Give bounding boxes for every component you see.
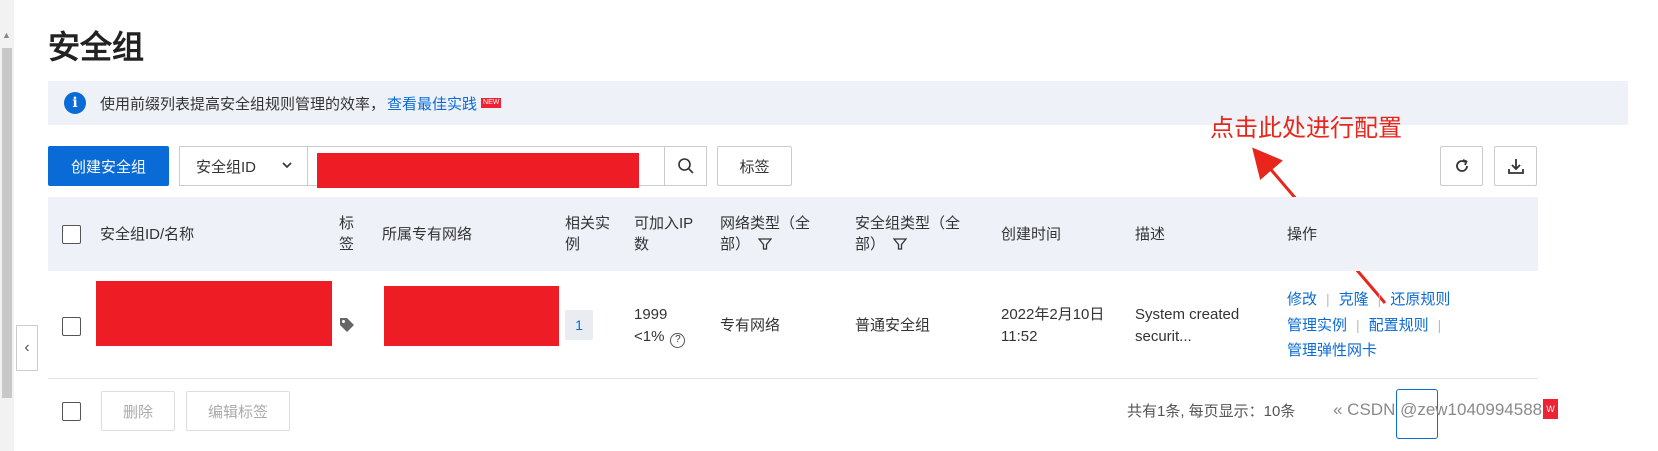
filter-field-label: 安全组ID	[196, 158, 257, 176]
sg-type-cell: 普通安全组	[855, 317, 931, 334]
filter-field-select[interactable]: 安全组ID	[179, 146, 308, 186]
col-header-desc: 描述	[1135, 226, 1166, 243]
refresh-button[interactable]	[1440, 146, 1483, 186]
ops-line-3: 管理弹性网卡	[1287, 340, 1377, 362]
manage-eni-link[interactable]: 管理弹性网卡	[1287, 342, 1377, 359]
col-header-ops: 操作	[1287, 226, 1318, 243]
row-checkbox[interactable]	[62, 317, 81, 336]
search-button[interactable]	[664, 146, 707, 186]
configure-rules-link[interactable]: 配置规则	[1369, 317, 1429, 334]
separator: |	[1356, 317, 1360, 333]
export-button[interactable]	[1494, 146, 1537, 186]
col-header-instances-line2: 例	[565, 236, 581, 253]
created-time-value: 11:52	[1001, 328, 1038, 345]
col-header-network-type-line1: 网络类型（全	[720, 215, 811, 232]
restore-rules-link[interactable]: 还原规则	[1390, 291, 1450, 308]
watermark-text: « CSDN @zew1040994588	[1333, 400, 1543, 419]
redacted-search-value	[317, 153, 639, 188]
chevron-down-icon	[281, 159, 293, 174]
description-cell: System created securit...	[1135, 304, 1239, 348]
ip-count-cell: 1999 <1%?	[634, 304, 686, 348]
create-security-group-button[interactable]: 创建安全组	[48, 146, 169, 186]
col-header-tags: 标 签	[339, 213, 354, 255]
col-header-sg-type[interactable]: 安全组类型（全 部）	[855, 213, 960, 255]
col-header-created: 创建时间	[1001, 226, 1062, 243]
col-header-sg-type-line1: 安全组类型（全	[855, 215, 961, 232]
ops-line-1: 修改 | 克隆 | 还原规则	[1287, 288, 1450, 311]
created-time-cell: 2022年2月10日 11:52	[1001, 304, 1104, 348]
download-icon	[1507, 159, 1524, 174]
modify-link[interactable]: 修改	[1287, 291, 1317, 308]
search-icon	[677, 158, 694, 174]
network-type-cell: 专有网络	[720, 317, 781, 334]
ip-count-value: 1999	[634, 306, 668, 323]
created-date-value: 2022年2月10日	[1001, 306, 1105, 323]
manage-instances-link[interactable]: 管理实例	[1287, 317, 1347, 334]
delete-button[interactable]: 删除	[101, 391, 175, 431]
col-header-vpc: 所属专有网络	[382, 226, 473, 243]
col-header-tags-line2: 签	[339, 236, 355, 253]
col-header-sg-type-line2: 部）	[855, 236, 886, 253]
col-header-ip-line2: 数	[634, 236, 650, 253]
refresh-icon	[1455, 159, 1468, 172]
corner-badge: W	[1543, 399, 1558, 419]
footer-select-all-checkbox[interactable]	[62, 402, 81, 421]
tag-filter-button[interactable]: 标签	[717, 146, 792, 186]
col-header-id-name: 安全组ID/名称	[100, 226, 195, 243]
description-line1: System created	[1135, 306, 1240, 323]
instance-count-badge[interactable]: 1	[565, 310, 593, 340]
pagination-summary: 共有1条, 每页显示：10条	[1127, 403, 1296, 420]
search-input[interactable]	[307, 146, 665, 188]
help-icon[interactable]: ?	[670, 332, 686, 348]
redacted-id-name	[96, 281, 332, 346]
filter-icon[interactable]	[757, 237, 773, 251]
ops-line-2: 管理实例 | 配置规则 |	[1287, 314, 1450, 337]
col-header-ip: 可加入IP 数	[634, 213, 693, 255]
separator: |	[1377, 291, 1382, 307]
ip-percent-value: <1%	[634, 328, 665, 345]
filter-icon[interactable]	[892, 237, 908, 251]
tag-icon[interactable]	[339, 317, 355, 333]
select-all-checkbox[interactable]	[62, 225, 81, 244]
col-header-network-type[interactable]: 网络类型（全 部）	[720, 213, 810, 255]
redacted-vpc	[384, 286, 559, 346]
separator: |	[1326, 291, 1330, 307]
col-header-instances-line1: 相关实	[565, 215, 611, 232]
col-header-network-type-line2: 部）	[720, 236, 751, 253]
col-header-instances: 相关实 例	[565, 213, 610, 255]
col-header-ip-line1: 可加入IP	[634, 215, 694, 232]
clone-link[interactable]: 克隆	[1339, 291, 1369, 308]
col-header-tags-line1: 标	[339, 215, 355, 232]
edit-tags-button[interactable]: 编辑标签	[186, 391, 290, 431]
separator: |	[1437, 317, 1442, 333]
description-line2: securit...	[1135, 328, 1192, 345]
